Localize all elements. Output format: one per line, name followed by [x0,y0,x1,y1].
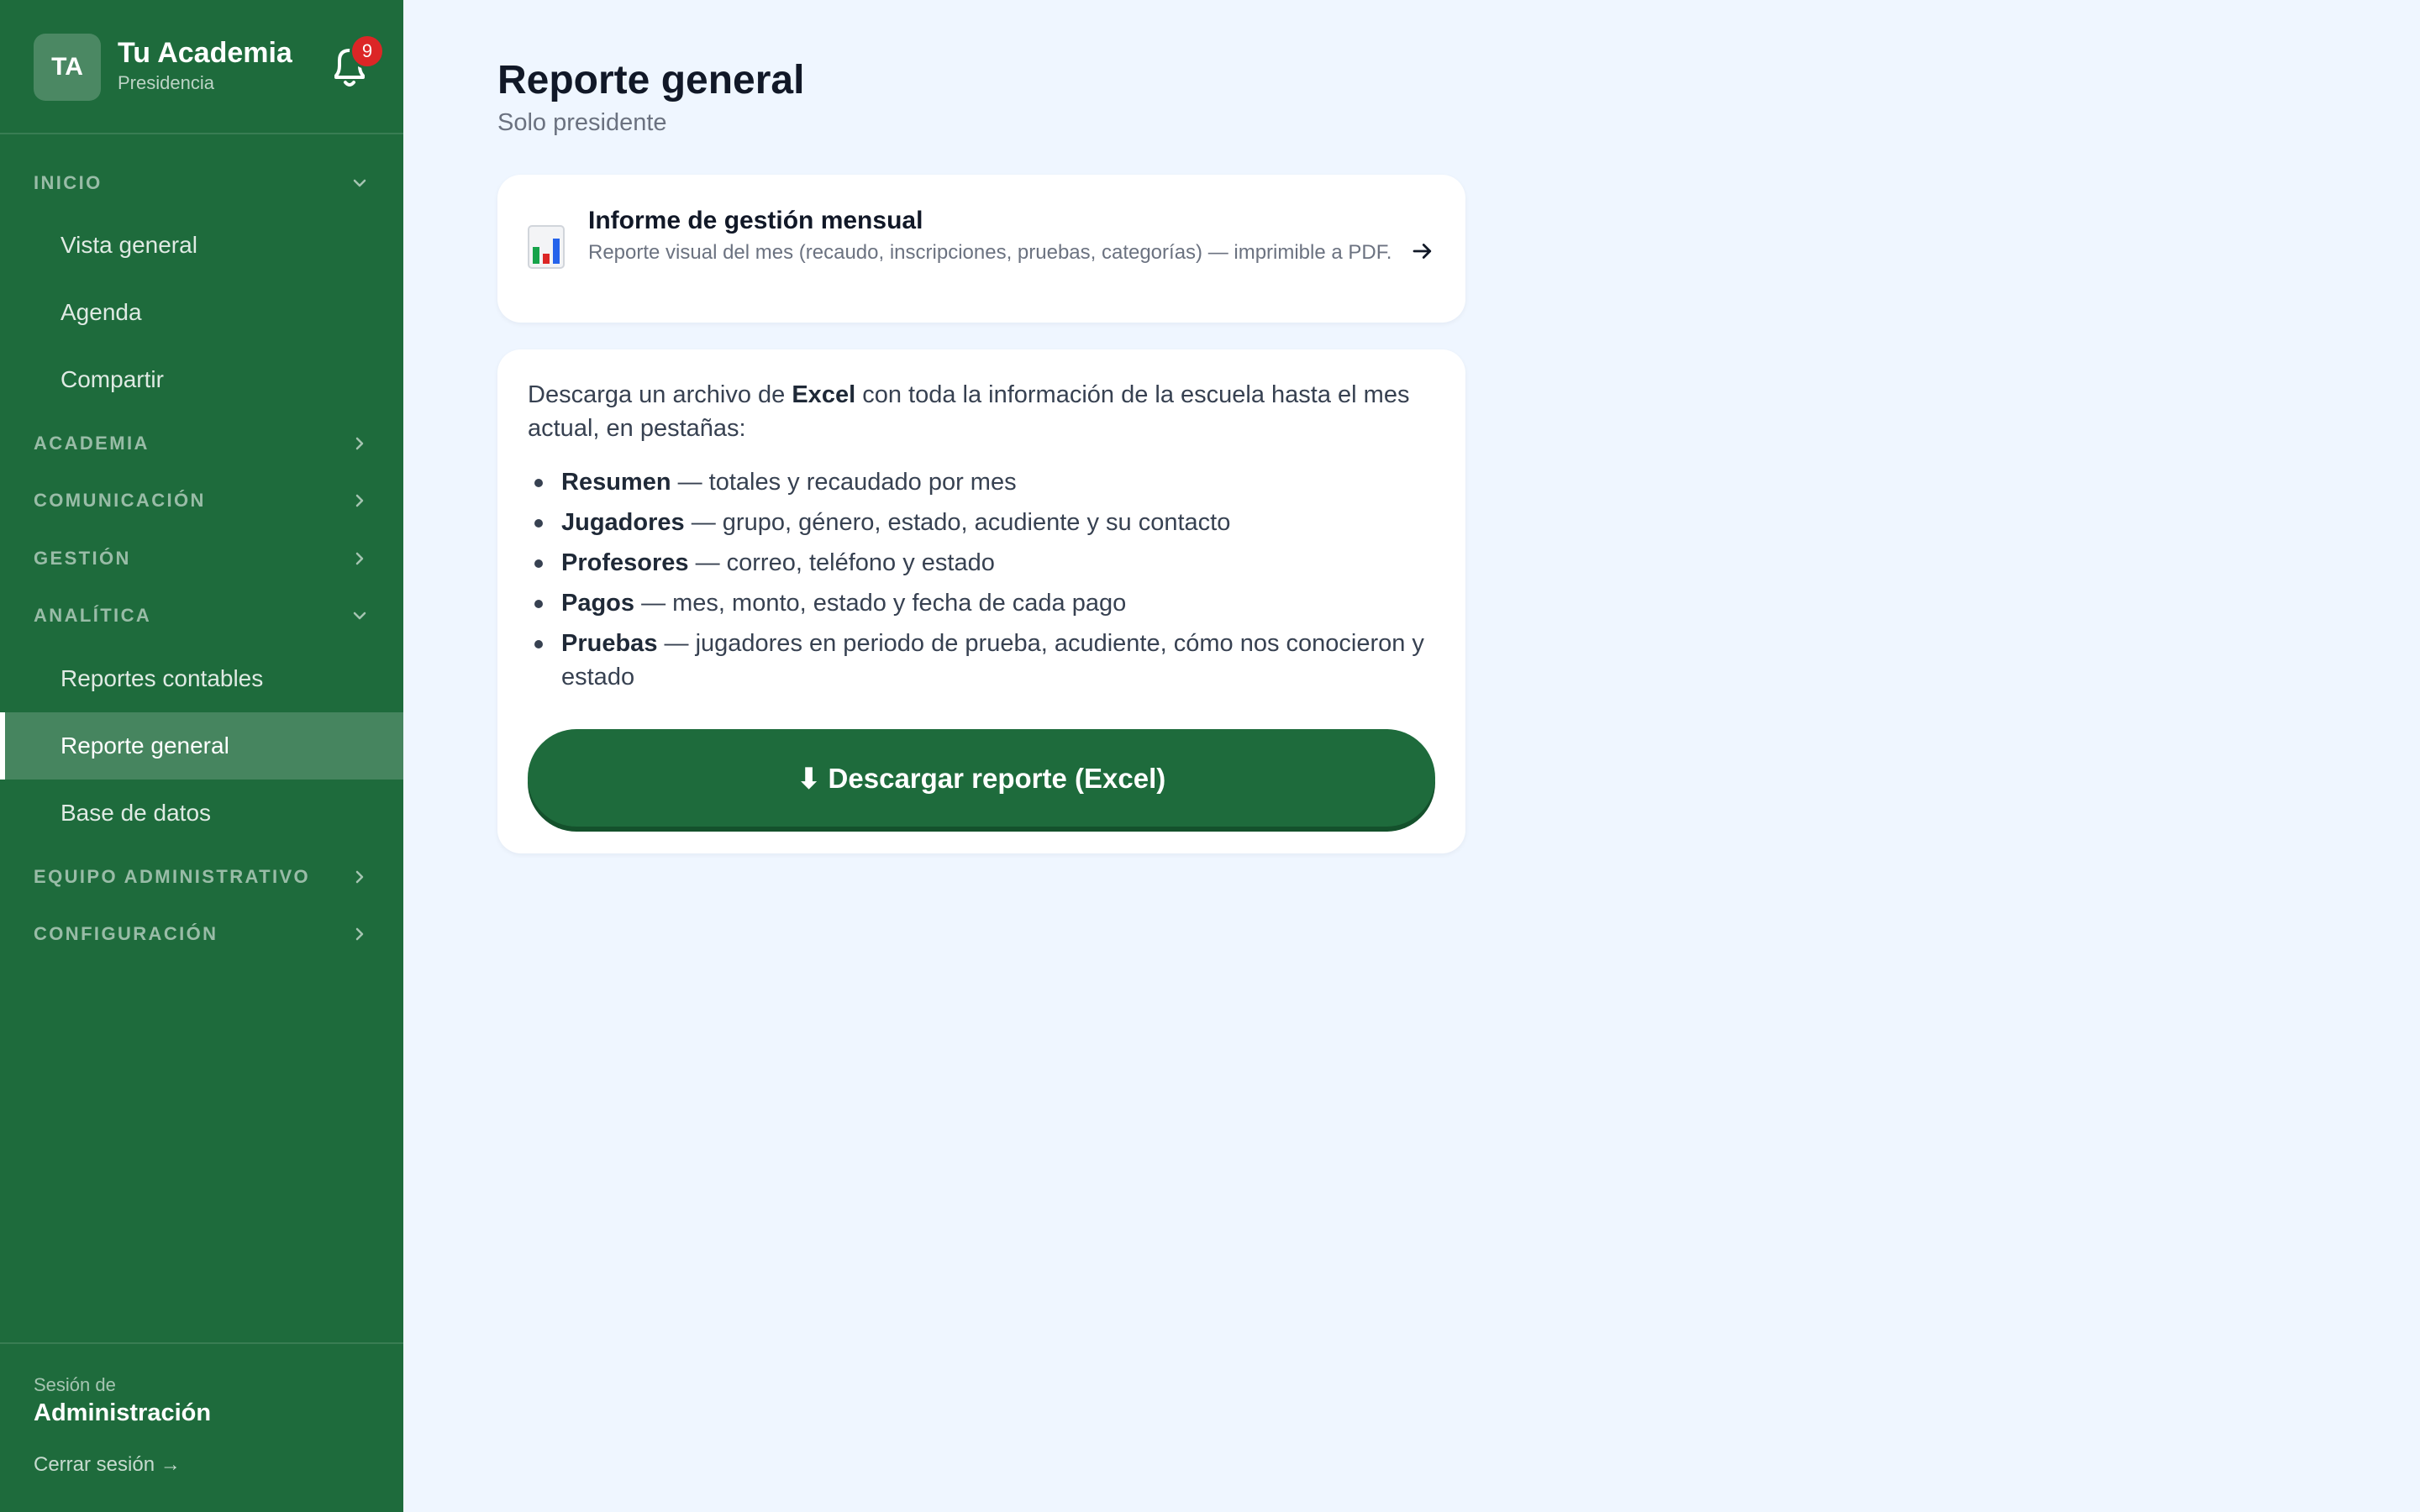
bar-chart-icon [528,225,565,269]
download-report-button[interactable]: ⬇ Descargar reporte (Excel) [528,729,1435,827]
sidebar: TA Tu Academia Presidencia 9 INICIO Vist… [0,0,403,1512]
chevron-right-icon [355,552,364,565]
nav-section-configuracion[interactable]: CONFIGURACIÓN [0,911,403,958]
list-item: Pagos — mes, monto, estado y fecha de ca… [528,586,1435,620]
report-link-title: Informe de gestión mensual [588,207,923,234]
monthly-report-link-card[interactable]: Informe de gestión mensual Reporte visua… [497,175,1465,323]
page-subtitle: Solo presidente [497,109,667,136]
logout-link[interactable]: Cerrar sesión → [34,1453,181,1477]
nav-section-label: GESTIÓN [34,548,131,569]
sidebar-item-label: Base de datos [60,800,212,826]
chevron-down-icon [353,179,366,187]
sidebar-item-label: Agenda [60,299,142,325]
sidebar-item-reporte-general[interactable]: Reporte general [0,712,403,780]
nav-section-equipo-administrativo[interactable]: EQUIPO ADMINISTRATIVO [0,853,403,900]
nav-section-label: INICIO [34,172,103,193]
nav-section-analitica[interactable]: ANALÍTICA [0,592,403,639]
download-intro: Descarga un archivo de Excel con toda la… [528,381,1410,442]
chevron-right-icon [355,494,364,507]
nav-section-label: CONFIGURACIÓN [34,923,218,944]
list-item: Pruebas — jugadores en periodo de prueba… [528,627,1435,694]
nav-section-label: COMUNICACIÓN [34,490,206,511]
list-item: Profesores — correo, teléfono y estado [528,546,1435,580]
nav-section-inicio[interactable]: INICIO [0,160,403,207]
sidebar-header: TA Tu Academia Presidencia 9 [0,0,403,134]
sidebar-item-label: Compartir [60,366,164,392]
sidebar-item-agenda[interactable]: Agenda [0,279,403,346]
session-caption: Sesión de [34,1374,116,1395]
sidebar-item-reportes-contables[interactable]: Reportes contables [0,645,403,712]
list-item: Resumen — totales y recaudado por mes [528,465,1435,499]
nav-section-label: ANALÍTICA [34,605,152,626]
excel-download-card: Descarga un archivo de Excel con toda la… [497,349,1465,853]
nav-section-gestion[interactable]: GESTIÓN [0,535,403,582]
chevron-right-icon [355,927,364,941]
sidebar-item-label: Reporte general [60,732,229,759]
sidebar-item-base-de-datos[interactable]: Base de datos [0,780,403,847]
notification-count-badge: 9 [350,34,385,69]
chevron-right-icon [355,437,364,450]
page-title: Reporte general [497,58,805,102]
sidebar-item-label: Reportes contables [60,665,264,691]
list-item: Jugadores — grupo, género, estado, acudi… [528,506,1435,539]
chevron-down-icon [353,612,366,620]
nav-section-label: EQUIPO ADMINISTRATIVO [34,866,311,887]
chevron-right-icon [355,870,364,884]
nav-section-label: ACADEMIA [34,433,150,454]
academy-avatar[interactable]: TA [34,34,101,101]
sidebar-item-compartir[interactable]: Compartir [0,346,403,413]
academy-role: Presidencia [118,72,214,93]
nav-section-comunicacion[interactable]: COMUNICACIÓN [0,477,403,524]
session-panel: Sesión de Administración Cerrar sesión → [0,1342,403,1512]
session-name: Administración [34,1399,212,1426]
nav-section-academia[interactable]: ACADEMIA [0,420,403,467]
arrow-right-icon [1413,244,1432,259]
academy-name: Tu Academia [118,37,292,69]
excel-tabs-list: Resumen — totales y recaudado por mes Ju… [528,465,1435,701]
report-link-description: Reporte visual del mes (recaudo, inscrip… [588,241,1392,264]
sidebar-item-vista-general[interactable]: Vista general [0,212,403,279]
sidebar-item-label: Vista general [60,232,197,258]
